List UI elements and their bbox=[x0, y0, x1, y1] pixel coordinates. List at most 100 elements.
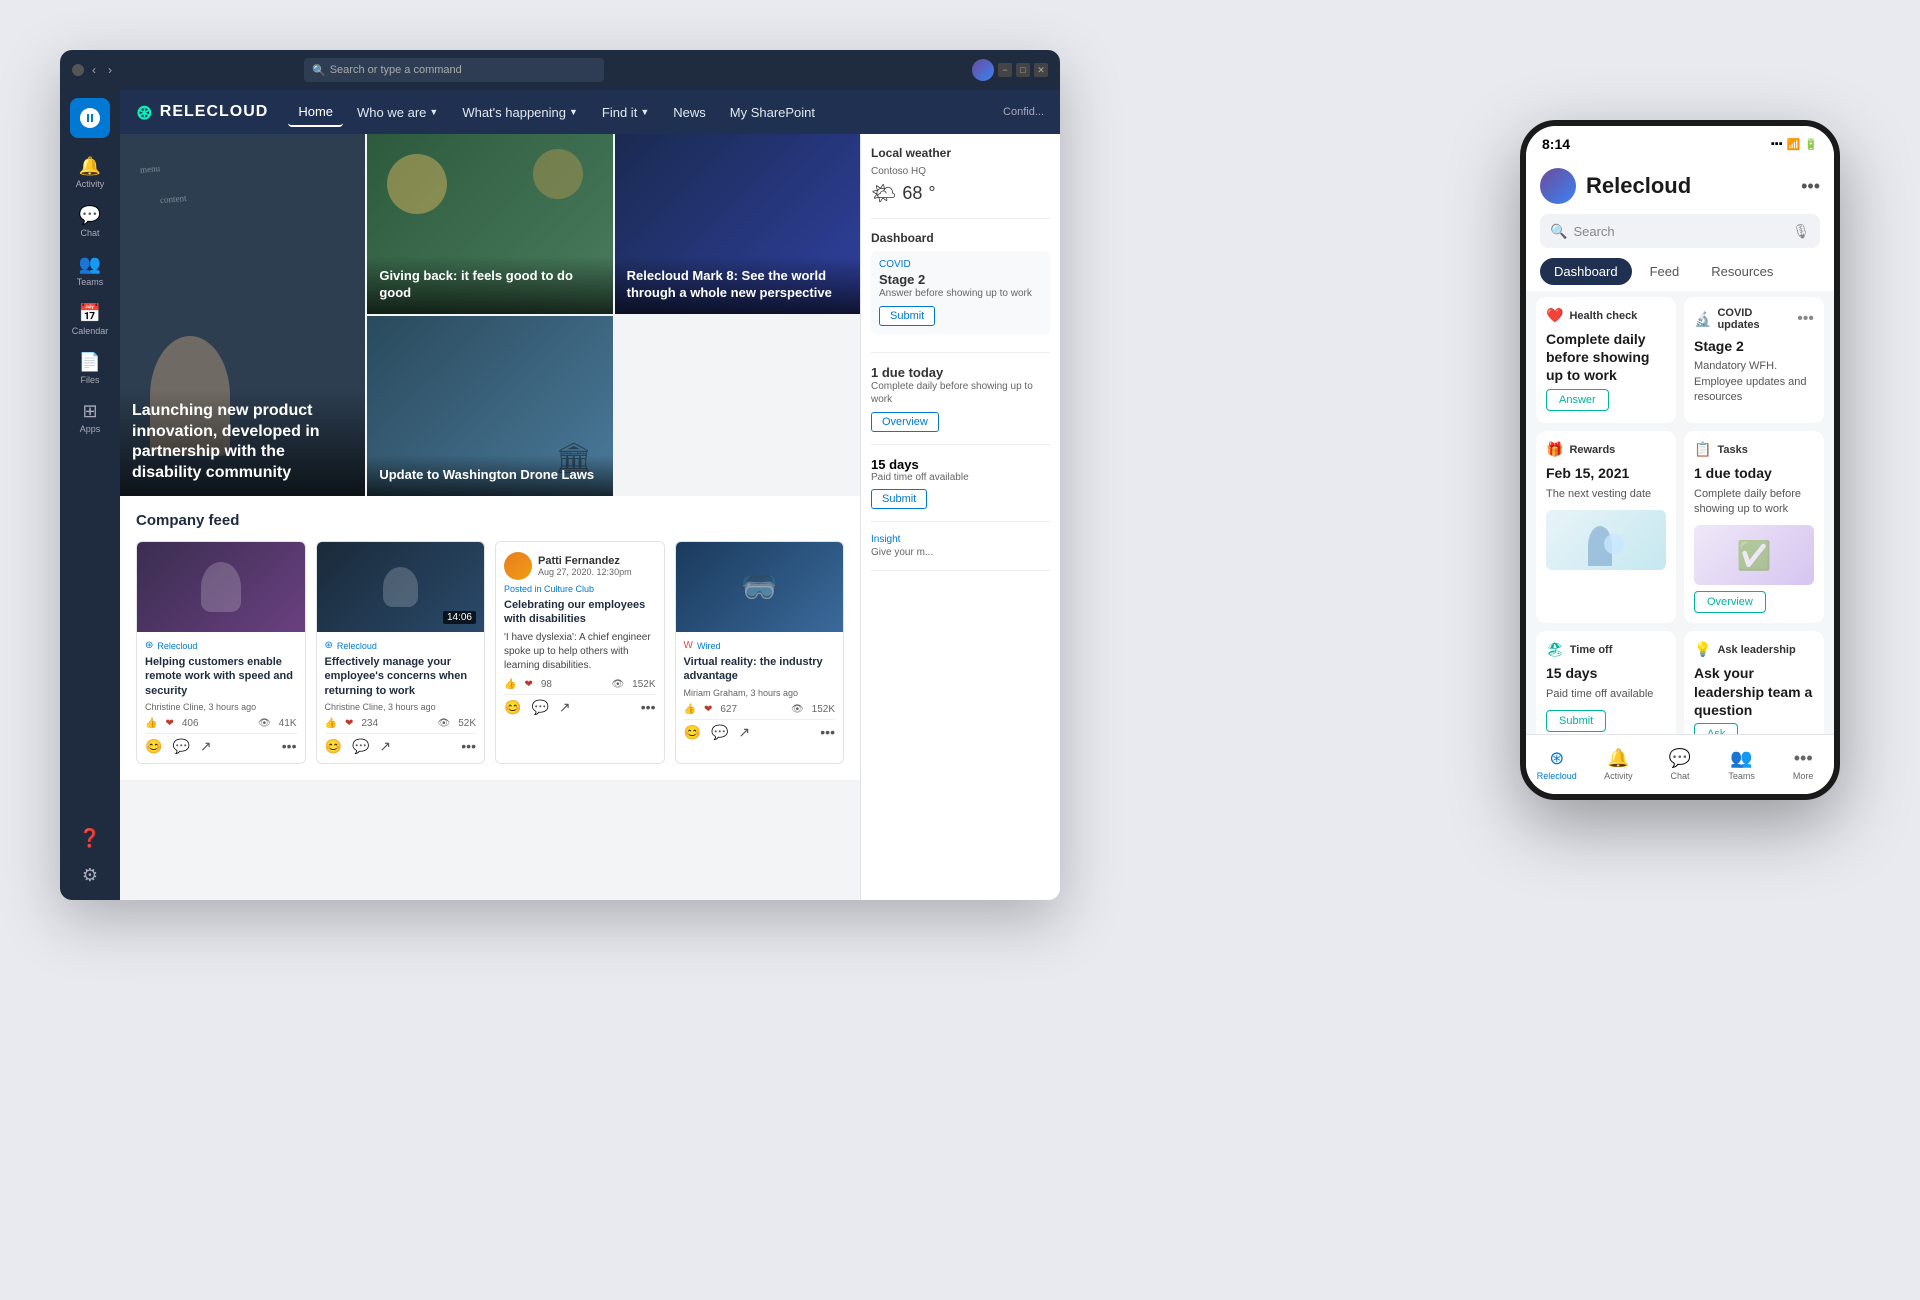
rs-covid-sub: Answer before showing up to work bbox=[879, 287, 1042, 300]
forward-arrow[interactable]: › bbox=[104, 61, 116, 79]
apps-icon: ⊞ bbox=[82, 401, 97, 422]
comment-action-3[interactable]: 💬 bbox=[711, 724, 728, 741]
share-action-0[interactable]: ↗ bbox=[200, 738, 212, 755]
share-action-2[interactable]: ↗ bbox=[559, 699, 571, 716]
sidebar-item-apps[interactable]: ⊞ Apps bbox=[64, 395, 116, 440]
nav-news[interactable]: News bbox=[663, 99, 716, 126]
close-button[interactable]: ✕ bbox=[1034, 63, 1048, 77]
nav-home[interactable]: Home bbox=[288, 98, 343, 127]
sidebar-item-files[interactable]: 📄 Files bbox=[64, 346, 116, 391]
dash-card-tasks[interactable]: 📋 Tasks 1 due today Complete daily befor… bbox=[1684, 431, 1824, 623]
sidebar-item-calendar[interactable]: 📅 Calendar bbox=[64, 297, 116, 342]
sidebar-item-activity[interactable]: 🔔 Activity bbox=[64, 150, 116, 195]
chevron-down-icon-3: ▼ bbox=[640, 107, 649, 117]
rs-tasks-count: 1 due today bbox=[871, 365, 1050, 380]
more-action-3[interactable]: ••• bbox=[820, 724, 835, 740]
emoji-action-2[interactable]: 😊 bbox=[504, 699, 521, 716]
nav-find-it[interactable]: Find it ▼ bbox=[592, 99, 659, 126]
feed-card-0-title: Helping customers enable remote work wit… bbox=[145, 655, 297, 698]
bottom-nav-chat[interactable]: 💬 Chat bbox=[1649, 742, 1711, 787]
feed-card-3-image: 🥽 bbox=[676, 542, 844, 632]
hero-1-overlay: Giving back: it feels good to do good bbox=[367, 256, 612, 314]
sidebar-item-help[interactable]: ❓ bbox=[64, 822, 116, 855]
nav-who-we-are[interactable]: Who we are ▼ bbox=[347, 99, 448, 126]
bottom-nav-more[interactable]: ••• More bbox=[1772, 742, 1834, 787]
more-action-2[interactable]: ••• bbox=[641, 699, 656, 715]
share-action-1[interactable]: ↗ bbox=[379, 738, 391, 755]
timeoff-submit-button[interactable]: Submit bbox=[1546, 710, 1606, 732]
tasks-overview-button[interactable]: Overview bbox=[1694, 591, 1766, 613]
timeoff-title: 15 days bbox=[1546, 664, 1666, 682]
feed-views-2: 152K bbox=[632, 679, 655, 690]
timeoff-sub: Paid time off available bbox=[1546, 687, 1666, 702]
more-action-1[interactable]: ••• bbox=[461, 738, 476, 754]
dash-card-covid[interactable]: 🔬 COVID updates ••• Stage 2 Mandatory WF… bbox=[1684, 297, 1824, 423]
source-icon-3: W bbox=[684, 640, 693, 651]
sidebar-item-teams[interactable]: 👥 Teams bbox=[64, 248, 116, 293]
app-logo[interactable] bbox=[70, 98, 110, 138]
back-arrow[interactable]: ‹ bbox=[88, 61, 100, 79]
hero-item-large[interactable]: menu content Launching new product innov… bbox=[120, 134, 365, 496]
comment-action-2[interactable]: 💬 bbox=[531, 699, 548, 716]
hero-item-2[interactable]: Relecloud Mark 8: See the world through … bbox=[615, 134, 860, 314]
feed-grid: ⊛ Relecloud Helping customers enable rem… bbox=[136, 541, 844, 764]
nav-my-sharepoint[interactable]: My SharePoint bbox=[720, 99, 825, 126]
hero-item-3[interactable]: 🏛 Update to Washington Drone Laws bbox=[367, 316, 612, 496]
feed-card-3-source: W Wired bbox=[684, 640, 836, 651]
mobile-mic-icon[interactable]: 🎙 bbox=[1792, 223, 1810, 240]
emoji-action-0[interactable]: 😊 bbox=[145, 738, 162, 755]
rs-tasks-overview-button[interactable]: Overview bbox=[871, 412, 939, 432]
health-check-answer-button[interactable]: Answer bbox=[1546, 389, 1609, 411]
mobile-more-button[interactable]: ••• bbox=[1801, 176, 1820, 197]
feed-card-2-desc: 'I have dyslexia': A chief engineer spok… bbox=[504, 631, 656, 673]
covid-more-button[interactable]: ••• bbox=[1797, 310, 1814, 328]
title-bar: ‹ › 🔍 Search or type a command − □ ✕ bbox=[60, 50, 1060, 90]
emoji-action-3[interactable]: 😊 bbox=[684, 724, 701, 741]
mobile-search-icon: 🔍 bbox=[1550, 223, 1567, 240]
mobile-tab-resources[interactable]: Resources bbox=[1697, 258, 1787, 285]
rs-timeoff-submit-button[interactable]: Submit bbox=[871, 489, 927, 509]
chalk-decoration: menu bbox=[140, 163, 161, 175]
feed-card-0-image bbox=[137, 542, 305, 632]
hero-item-1[interactable]: Giving back: it feels good to do good bbox=[367, 134, 612, 314]
more-action-0[interactable]: ••• bbox=[282, 738, 297, 754]
bottom-nav-activity[interactable]: 🔔 Activity bbox=[1588, 742, 1650, 787]
comment-action-1[interactable]: 💬 bbox=[352, 738, 369, 755]
feed-card-2[interactable]: Patti Fernandez Aug 27, 2020. 12:30pm Po… bbox=[495, 541, 665, 764]
feed-likes-1: 234 bbox=[361, 718, 378, 729]
covid-sub: Mandatory WFH. Employee updates and reso… bbox=[1694, 359, 1814, 405]
dash-card-ask-leadership[interactable]: 💡 Ask leadership Ask your leadership tea… bbox=[1684, 631, 1824, 734]
user-avatar[interactable] bbox=[972, 59, 994, 81]
rs-timeoff-display: 15 days Paid time off available Submit bbox=[871, 457, 1050, 509]
sidebar-item-chat[interactable]: 💬 Chat bbox=[64, 199, 116, 244]
comment-action-0[interactable]: 💬 bbox=[172, 738, 189, 755]
minimize-button[interactable]: − bbox=[998, 63, 1012, 77]
dashboard-grid: ❤️ Health check Complete daily before sh… bbox=[1536, 297, 1824, 734]
emoji-action-1[interactable]: 😊 bbox=[325, 738, 342, 755]
titlebar-search[interactable]: 🔍 Search or type a command bbox=[304, 58, 604, 82]
leadership-header: 💡 Ask leadership bbox=[1694, 641, 1814, 658]
dash-card-rewards[interactable]: 🎁 Rewards Feb 15, 2021 The next vesting … bbox=[1536, 431, 1676, 623]
maximize-button[interactable]: □ bbox=[1016, 63, 1030, 77]
feed-card-1[interactable]: 14:06 ⊛ Relecloud Effectively manage you… bbox=[316, 541, 486, 764]
rs-covid-submit-button[interactable]: Submit bbox=[879, 306, 935, 326]
feed-card-0[interactable]: ⊛ Relecloud Helping customers enable rem… bbox=[136, 541, 306, 764]
bottom-nav-relecloud[interactable]: ⊛ Relecloud bbox=[1526, 742, 1588, 787]
nav-whats-happening[interactable]: What's happening ▼ bbox=[452, 99, 588, 126]
weather-icon: 🌤 bbox=[871, 181, 896, 206]
ask-leadership-button[interactable]: Ask bbox=[1694, 723, 1738, 734]
mobile-search-bar[interactable]: 🔍 Search 🎙 bbox=[1540, 214, 1820, 248]
feed-card-3-actions: 😊 💬 ↗ ••• bbox=[684, 719, 836, 741]
dash-card-health-check[interactable]: ❤️ Health check Complete daily before sh… bbox=[1536, 297, 1676, 423]
tasks-sub: Complete daily before showing up to work bbox=[1694, 487, 1814, 518]
mobile-app-avatar[interactable] bbox=[1540, 168, 1576, 204]
bottom-nav-teams[interactable]: 👥 Teams bbox=[1711, 742, 1773, 787]
sidebar-item-settings[interactable]: ⚙ bbox=[64, 859, 116, 892]
mobile-tab-dashboard[interactable]: Dashboard bbox=[1540, 258, 1632, 285]
mobile-tab-feed[interactable]: Feed bbox=[1636, 258, 1694, 285]
feed-3-img-bg: 🥽 bbox=[676, 542, 844, 632]
feed-card-3[interactable]: 🥽 W Wired Virtual reality: the industry … bbox=[675, 541, 845, 764]
dash-card-timeoff[interactable]: 🏖 Time off 15 days Paid time off availab… bbox=[1536, 631, 1676, 734]
share-action-3[interactable]: ↗ bbox=[738, 724, 750, 741]
feed-card-1-meta: Christine Cline, 3 hours ago bbox=[325, 702, 477, 712]
